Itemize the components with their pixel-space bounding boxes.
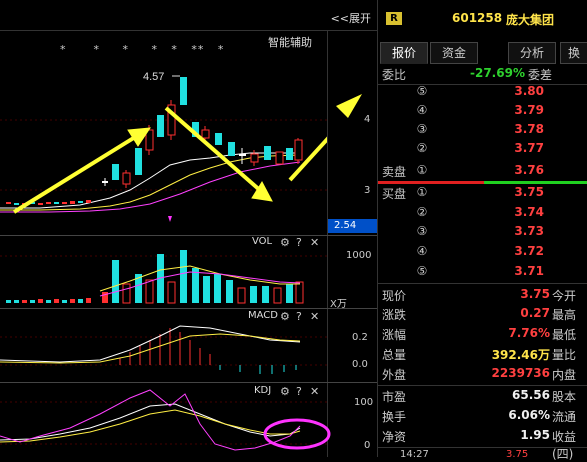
quote-row-netasset: 净资 1.95 收益(四) bbox=[382, 428, 577, 461]
signal-marker bbox=[168, 216, 172, 222]
kdj-chart bbox=[0, 389, 331, 451]
quote-row-volume: 总量 392.46万 量比 bbox=[382, 348, 577, 362]
sell-row-5: ⑤ 3.80 bbox=[416, 84, 544, 98]
kdj-axis-0: 0 bbox=[364, 440, 371, 451]
buy-pressure-bar bbox=[484, 181, 587, 184]
sell-row-3: ③ 3.78 bbox=[416, 122, 544, 136]
expand-button[interactable]: <<展开 bbox=[331, 10, 371, 26]
ma-yellow-line bbox=[0, 154, 301, 211]
ratio-value: -27.69% bbox=[470, 66, 525, 80]
candlestick-chart: 4.57 bbox=[0, 71, 327, 222]
quote-row-change-pct: 涨幅 7.76% 最低 bbox=[382, 326, 577, 342]
quote-panel: R 601258 庞大集团 报价 资金 分析 换 委比 -27.69% 委差 ⑤… bbox=[377, 0, 587, 461]
macd-axis-00: 0.0 bbox=[352, 359, 368, 370]
buy-row-4: ④ 3.72 bbox=[416, 244, 544, 258]
sell-pressure-bar bbox=[378, 181, 484, 184]
quote-row-outer: 外盘 2239736 内盘 bbox=[382, 366, 577, 382]
diff-label: 委差 bbox=[528, 68, 553, 82]
kline-chart-area[interactable]: <<展开 智能辅助 * * * * * ** * 4 3 2.54 4.57 V… bbox=[0, 0, 378, 457]
sell-row-1: ① 3.76 bbox=[416, 163, 544, 177]
stock-name: 庞大集团 bbox=[506, 13, 555, 27]
buy-row-2: ② 3.74 bbox=[416, 205, 544, 219]
current-price-tag: 2.54 bbox=[328, 219, 378, 233]
tab-analysis[interactable]: 分析 bbox=[508, 42, 556, 64]
stock-badge: R bbox=[386, 12, 402, 25]
sell-row-4: ④ 3.79 bbox=[416, 103, 544, 117]
tab-quote[interactable]: 报价 bbox=[380, 42, 428, 64]
quote-row-pe: 市盈 65.56 股本 bbox=[382, 388, 577, 404]
quote-row-change: 涨跌 0.27 最高 bbox=[382, 306, 577, 322]
tab-funds[interactable]: 资金 bbox=[430, 42, 478, 64]
quote-row-price: 现价 3.75 今开 bbox=[382, 287, 577, 303]
sell-label: 卖盘 bbox=[382, 165, 407, 179]
buy-row-1: ① 3.75 bbox=[416, 185, 544, 199]
sell-row-2: ② 3.77 bbox=[416, 141, 544, 155]
last-trade-time: 14:27 bbox=[400, 449, 429, 460]
volume-chart bbox=[0, 250, 327, 304]
vol-axis-1000: 1000 bbox=[346, 250, 372, 261]
macd-chart bbox=[0, 325, 327, 374]
quote-row-turnover: 换手 6.06% 流通 bbox=[382, 408, 577, 424]
last-trade-price: 3.75 bbox=[506, 449, 529, 460]
ratio-label: 委比 bbox=[382, 68, 407, 82]
stock-code: 601258 bbox=[452, 11, 503, 25]
macd-axis-02: 0.2 bbox=[352, 332, 368, 343]
buy-row-5: ⑤ 3.71 bbox=[416, 264, 544, 278]
high-price-label: 4.57 bbox=[143, 71, 164, 83]
tab-switch[interactable]: 换 bbox=[560, 42, 587, 64]
buy-row-3: ③ 3.73 bbox=[416, 224, 544, 238]
up-arrow-head bbox=[336, 94, 362, 118]
kdj-axis-100: 100 bbox=[354, 397, 374, 408]
